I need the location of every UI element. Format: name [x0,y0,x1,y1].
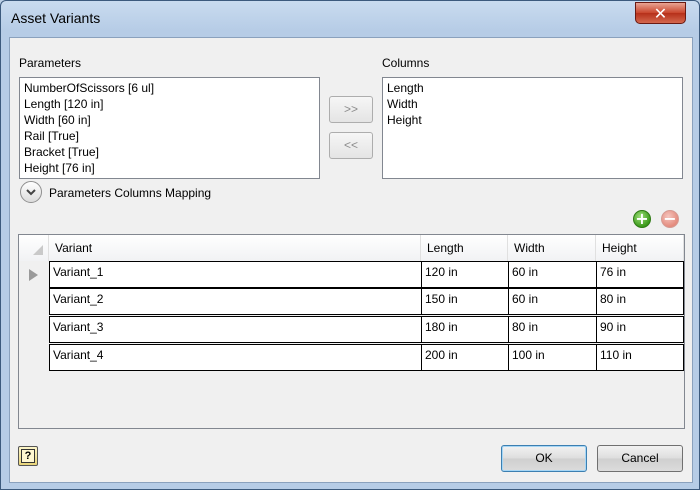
grid-header: Variant Length Width Height [19,235,684,262]
cell-length[interactable]: 180 in [421,316,509,343]
close-button[interactable]: ✕ [635,2,686,24]
close-icon: ✕ [653,4,668,23]
table-row[interactable]: Variant_1 120 in 60 in 76 in [19,261,684,288]
cell-variant[interactable]: Variant_1 [49,261,422,288]
list-item[interactable]: NumberOfScissors [6 ul] [24,80,315,96]
minus-icon: − [661,210,679,228]
help-icon: ? [21,449,35,463]
cell-height[interactable]: 90 in [596,316,684,343]
remove-column-button[interactable]: << [329,132,373,159]
cell-length[interactable]: 120 in [421,261,509,288]
mapping-label: Parameters Columns Mapping [49,186,212,200]
cell-height[interactable]: 76 in [596,261,684,288]
list-item[interactable]: Width [60 in] [24,112,315,128]
cell-length[interactable]: 200 in [421,344,509,371]
row-header[interactable] [19,344,49,371]
cell-length[interactable]: 150 in [421,288,509,315]
asset-variants-dialog: Asset Variants ✕ Parameters NumberOfScis… [0,0,700,490]
table-row[interactable]: Variant_3 180 in 80 in 90 in [19,316,684,343]
cancel-button[interactable]: Cancel [597,445,683,472]
list-item[interactable]: Length [120 in] [24,96,315,112]
list-item[interactable]: Length [387,80,678,96]
list-item[interactable]: Width [387,96,678,112]
add-column-button[interactable]: >> [329,96,373,123]
cell-variant[interactable]: Variant_2 [49,288,422,315]
row-pointer-icon [29,269,38,281]
cell-height[interactable]: 110 in [596,344,684,371]
cell-width[interactable]: 100 in [508,344,597,371]
table-row[interactable]: Variant_4 200 in 100 in 110 in [19,344,684,371]
list-item[interactable]: Height [76 in] [24,160,315,176]
table-row[interactable]: Variant_2 150 in 60 in 80 in [19,288,684,315]
row-header[interactable] [19,316,49,343]
column-header-variant[interactable]: Variant [49,235,421,261]
column-header-width[interactable]: Width [508,235,596,261]
cell-height[interactable]: 80 in [596,288,684,315]
column-header-height[interactable]: Height [596,235,684,261]
cell-variant[interactable]: Variant_3 [49,316,422,343]
list-item[interactable]: Bracket [True] [24,144,315,160]
dialog-title: Asset Variants [11,10,101,26]
list-item[interactable]: Height [387,112,678,128]
plus-icon[interactable]: + [633,210,651,228]
chevron-down-icon [26,189,36,196]
grid-corner[interactable] [19,235,49,261]
help-button[interactable]: ? [18,446,38,466]
mapping-expander-button[interactable] [20,181,42,203]
column-header-length[interactable]: Length [421,235,508,261]
parameters-label: Parameters [19,56,82,70]
row-header[interactable] [19,261,49,288]
columns-list[interactable]: Length Width Height [382,77,683,179]
ok-button[interactable]: OK [501,445,587,472]
columns-label: Columns [382,56,430,70]
variants-grid[interactable]: Variant Length Width Height Variant_1 12… [18,234,685,429]
cell-width[interactable]: 80 in [508,316,597,343]
parameters-list[interactable]: NumberOfScissors [6 ul] Length [120 in] … [19,77,320,179]
cell-variant[interactable]: Variant_4 [49,344,422,371]
row-header[interactable] [19,288,49,315]
cell-width[interactable]: 60 in [508,288,597,315]
list-item[interactable]: Rail [True] [24,128,315,144]
cell-width[interactable]: 60 in [508,261,597,288]
